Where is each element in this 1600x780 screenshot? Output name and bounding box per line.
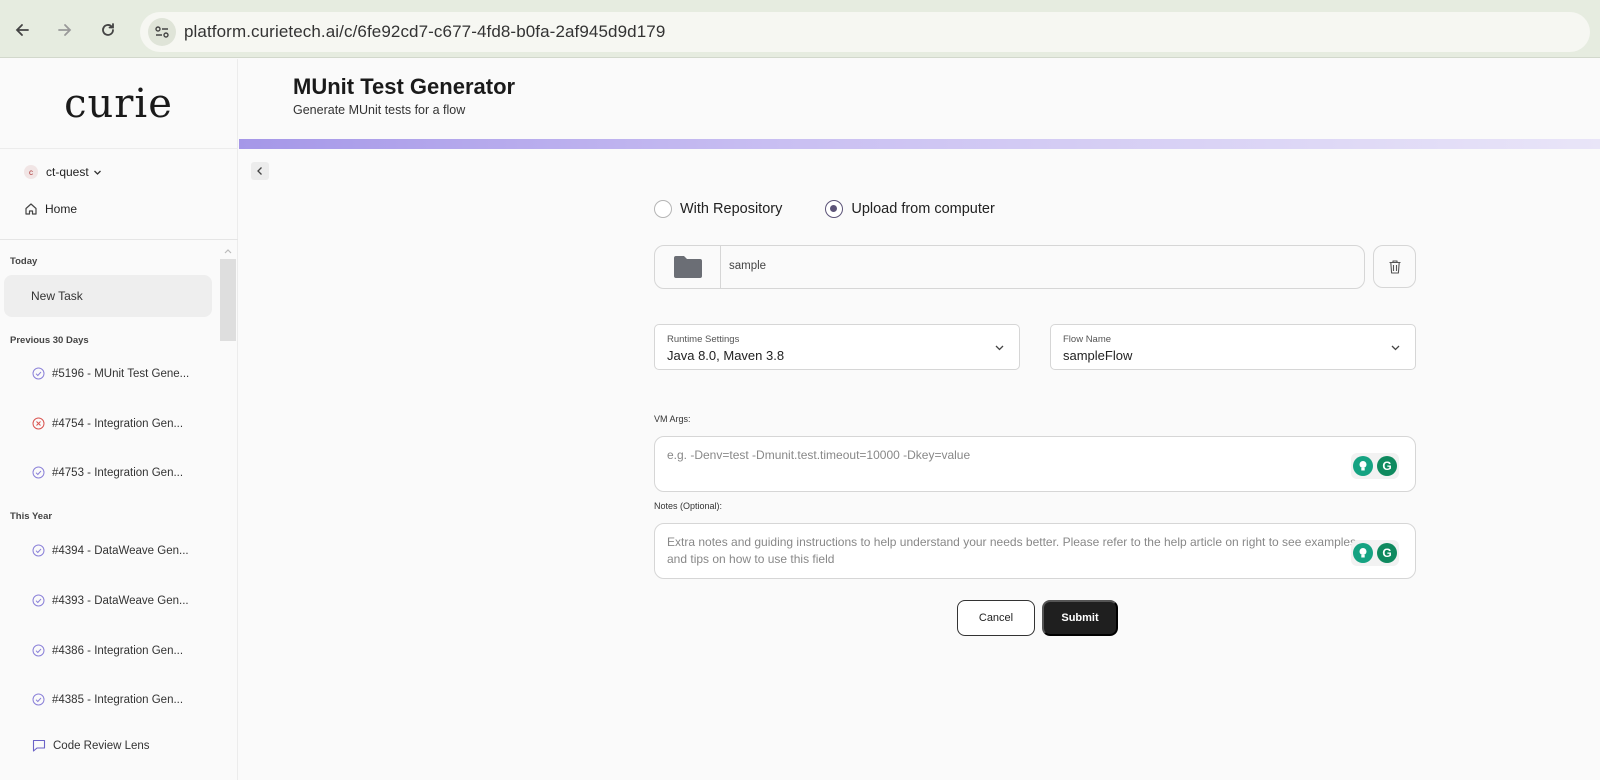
select-value: Java 8.0, Maven 3.8 (667, 348, 785, 363)
url-text[interactable]: platform.curietech.ai/c/6fe92cd7-c677-4f… (184, 22, 665, 42)
chevron-down-icon (93, 170, 101, 175)
home-icon (25, 203, 37, 215)
folder-button[interactable] (655, 246, 721, 288)
workspace-badge: c (24, 165, 38, 179)
forward-icon[interactable] (51, 16, 79, 44)
check-circle-icon (32, 466, 45, 479)
task-item[interactable]: #4394 - DataWeave Gen... (32, 544, 189, 557)
source-radio-group: With Repository Upload from computer (654, 200, 995, 218)
task-label: #4386 - Integration Gen... (52, 644, 184, 657)
check-circle-icon (32, 544, 45, 557)
folder-icon (673, 256, 702, 278)
cancel-button[interactable]: Cancel (957, 600, 1035, 636)
chevron-down-icon (1391, 345, 1400, 351)
sidebar-divider (0, 239, 238, 240)
trash-icon (1389, 259, 1400, 274)
logo-area: curie (0, 59, 237, 149)
runtime-settings-select[interactable]: Runtime Settings Java 8.0, Maven 3.8 (654, 324, 1020, 370)
check-circle-icon (32, 367, 45, 380)
check-circle-icon (32, 693, 45, 706)
grammarly-icon[interactable]: G (1377, 456, 1397, 476)
back-icon[interactable] (8, 16, 36, 44)
section-today: Today (10, 256, 38, 267)
new-task-item[interactable]: New Task (4, 275, 212, 317)
chevron-down-icon (995, 345, 1004, 351)
sidebar-scrollbar[interactable] (220, 259, 236, 341)
section-previous-30-days: Previous 30 Days (10, 335, 89, 346)
check-circle-icon (32, 594, 45, 607)
task-label: #5196 - MUnit Test Gene... (52, 367, 190, 380)
select-label: Flow Name (1063, 334, 1112, 345)
notes-input[interactable]: Extra notes and guiding instructions to … (654, 523, 1416, 579)
grammarly-widget[interactable]: G (1351, 540, 1399, 566)
section-this-year: This Year (10, 511, 53, 522)
vm-args-placeholder: e.g. -Denv=test -Dmunit.test.timeout=100… (667, 448, 971, 462)
task-label: #4385 - Integration Gen... (52, 693, 184, 706)
vm-args-input[interactable]: e.g. -Denv=test -Dmunit.test.timeout=100… (654, 436, 1416, 492)
radio-upload-from-computer[interactable]: Upload from computer (825, 200, 995, 218)
select-value: sampleFlow (1063, 348, 1133, 363)
notes-label: Notes (Optional): (654, 501, 723, 511)
grammarly-widget[interactable]: G (1351, 453, 1399, 479)
radio-label: Upload from computer (851, 201, 995, 217)
task-label: #4754 - Integration Gen... (52, 417, 184, 430)
task-label: #4393 - DataWeave Gen... (52, 594, 189, 607)
address-bar[interactable]: platform.curietech.ai/c/6fe92cd7-c677-4f… (140, 12, 1590, 52)
page-subtitle: Generate MUnit tests for a flow (293, 103, 466, 117)
task-item[interactable]: #4385 - Integration Gen... (32, 693, 183, 706)
task-label: #4753 - Integration Gen... (52, 466, 184, 479)
vm-args-label: VM Args: (654, 414, 691, 424)
header-accent-bar (239, 139, 1600, 149)
delete-file-button[interactable] (1373, 245, 1416, 288)
browser-toolbar: platform.curietech.ai/c/6fe92cd7-c677-4f… (0, 0, 1600, 58)
page-title: MUnit Test Generator (293, 74, 516, 99)
file-upload-field[interactable]: sample (654, 245, 1365, 289)
collapse-sidebar-button[interactable] (251, 162, 269, 180)
radio-label: With Repository (680, 201, 783, 217)
workspace-name: ct-quest (46, 165, 89, 179)
task-label: #4394 - DataWeave Gen... (52, 544, 189, 557)
task-item[interactable]: #5196 - MUnit Test Gene... (32, 367, 189, 380)
check-circle-icon (32, 644, 45, 657)
error-circle-icon (32, 417, 45, 430)
scroll-up-icon[interactable] (224, 248, 232, 254)
lightbulb-icon[interactable] (1353, 543, 1373, 563)
task-item[interactable]: #4393 - DataWeave Gen... (32, 594, 189, 607)
scrollbar-thumb[interactable] (220, 259, 236, 341)
file-name: sample (729, 260, 767, 272)
chevron-left-icon (257, 167, 262, 175)
sidebar: curie c ct-quest Home Today New Task Pre… (0, 59, 238, 780)
sidebar-item-home[interactable]: Home (24, 202, 77, 216)
code-review-label: Code Review Lens (53, 739, 150, 752)
task-item[interactable]: #4753 - Integration Gen... (32, 466, 183, 479)
message-square-icon (32, 739, 46, 752)
radio-button[interactable] (654, 200, 672, 218)
notes-placeholder: Extra notes and guiding instructions to … (667, 535, 1357, 566)
submit-button[interactable]: Submit (1042, 600, 1118, 636)
select-label: Runtime Settings (667, 334, 740, 345)
task-item[interactable]: #4754 - Integration Gen... (32, 417, 183, 430)
logo[interactable]: curie (64, 81, 173, 127)
flow-name-select[interactable]: Flow Name sampleFlow (1050, 324, 1416, 370)
radio-button-selected[interactable] (825, 200, 844, 218)
site-settings-icon[interactable] (148, 18, 176, 46)
grammarly-icon[interactable]: G (1377, 543, 1397, 563)
lightbulb-icon[interactable] (1353, 456, 1373, 476)
sidebar-item-code-review[interactable]: Code Review Lens (32, 739, 150, 752)
radio-with-repository[interactable]: With Repository (654, 200, 782, 218)
reload-icon[interactable] (94, 16, 122, 44)
page-header: MUnit Test Generator Generate MUnit test… (239, 59, 1600, 139)
workspace-switcher[interactable]: c ct-quest (24, 165, 102, 179)
task-item[interactable]: #4386 - Integration Gen... (32, 644, 183, 657)
home-label: Home (45, 202, 78, 216)
